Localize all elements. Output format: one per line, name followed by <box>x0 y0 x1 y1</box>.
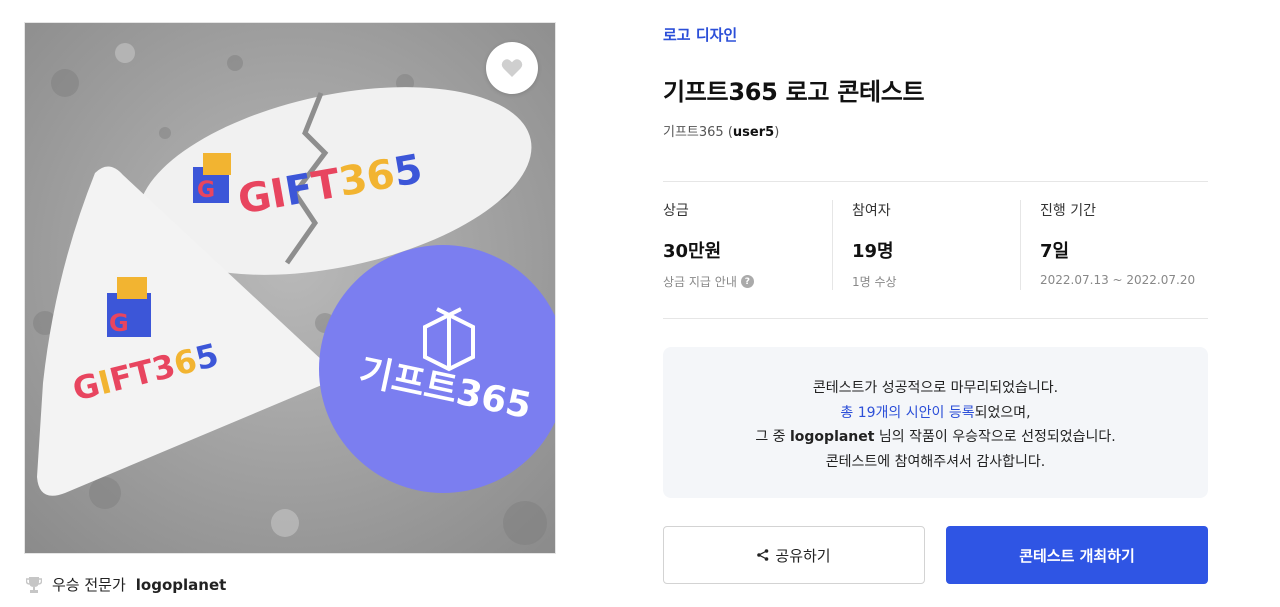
question-icon[interactable]: ? <box>740 275 754 288</box>
stat-label: 참여자 <box>852 203 891 219</box>
notice-line: 콘테스트에 참여해주셔서 감사합니다. <box>825 453 1046 470</box>
stat-sub: 1명 수상 <box>852 275 897 289</box>
stat-value: 7일 <box>1040 241 1070 262</box>
entries-link[interactable]: 총 19개의 시안이 등록 <box>840 405 974 421</box>
stat-participants: 참여자 19명 1명 수상 <box>852 200 1022 295</box>
share-icon <box>757 549 769 561</box>
artwork-image: G G GIFT365 GIFT365 기프트365 <box>25 23 555 553</box>
contest-category[interactable]: 로고 디자인 <box>663 24 737 45</box>
contest-result-notice: 콘테스트가 성공적으로 마무리되었습니다. 총 19개의 시안이 등록되었으며,… <box>663 347 1208 498</box>
favorite-button[interactable] <box>486 42 538 94</box>
notice-line: 콘테스트가 성공적으로 마무리되었습니다. <box>812 380 1059 396</box>
notice-text: 님의 작품이 우승작으로 선정되었습니다. <box>874 429 1116 445</box>
page-title: 기프트365 로고 콘테스트 <box>663 78 925 106</box>
host-name: 기프트365 <box>663 125 724 140</box>
share-button[interactable]: 공유하기 <box>663 526 925 584</box>
stat-label: 진행 기간 <box>1040 203 1096 219</box>
notice-line: 그 중 logoplanet 님의 작품이 우승작으로 선정되었습니다. <box>663 425 1208 450</box>
stat-value: 30만원 <box>663 241 722 262</box>
host-info: 기프트365 (user5) <box>663 125 780 140</box>
host-user-id: user5 <box>732 125 775 140</box>
svg-text:G: G <box>197 178 215 203</box>
prize-guide-link[interactable]: 상금 지급 안내 ? <box>663 273 833 290</box>
stat-label: 상금 <box>663 203 689 219</box>
winner-prefix: 우승 전문가 <box>52 576 126 594</box>
winner-name-inline: logoplanet <box>789 429 875 445</box>
contest-artwork[interactable]: G G GIFT365 GIFT365 기프트365 <box>24 22 556 554</box>
stat-sub: 2022.07.13 ~ 2022.07.20 <box>1040 273 1196 287</box>
divider <box>663 318 1208 319</box>
divider <box>1020 200 1021 290</box>
stat-period: 진행 기간 7일 2022.07.13 ~ 2022.07.20 <box>1040 200 1210 295</box>
notice-text: 그 중 <box>755 429 790 445</box>
stat-sub: 상금 지급 안내 <box>663 275 737 289</box>
share-label: 공유하기 <box>775 546 831 565</box>
notice-text: 되었으며, <box>974 404 1031 421</box>
heart-icon <box>501 59 523 77</box>
divider <box>832 200 833 290</box>
host-contest-button[interactable]: 콘테스트 개최하기 <box>946 526 1208 584</box>
stat-value: 19명 <box>852 241 894 262</box>
divider <box>663 181 1208 182</box>
trophy-icon <box>26 576 42 593</box>
svg-text:G: G <box>109 309 129 337</box>
stat-prize: 상금 30만원 상금 지급 안내 ? <box>663 200 833 295</box>
winner-info: 우승 전문가 logoplanet <box>26 574 226 595</box>
notice-line: 총 19개의 시안이 등록되었으며, <box>663 401 1208 426</box>
winner-name[interactable]: logoplanet <box>136 576 227 594</box>
